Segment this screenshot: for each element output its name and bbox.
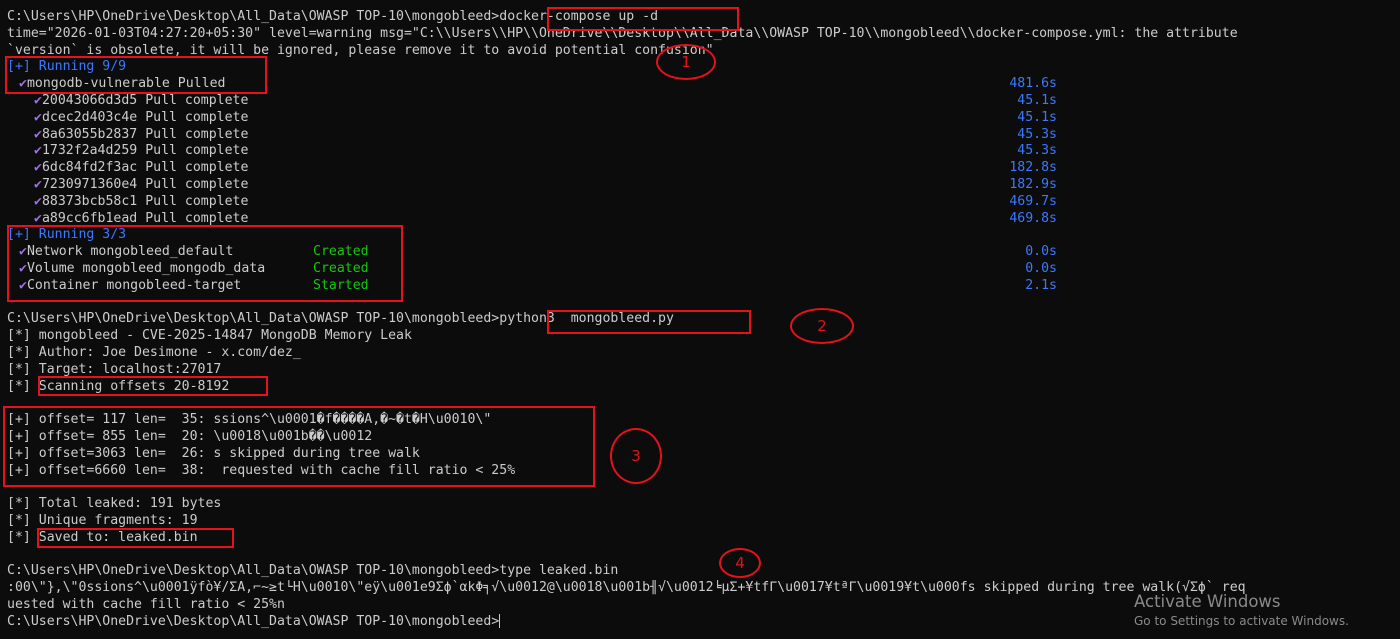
- layer-id: a89cc6fb1ead: [41, 210, 138, 226]
- resource-time: 0.0s: [1025, 244, 1057, 260]
- annotation-circle-4: 4: [719, 548, 761, 578]
- layer-id: dcec2d403c4e: [41, 109, 138, 125]
- layer-id: 7230971360e4: [41, 176, 138, 192]
- prompt: C:\Users\HP\OneDrive\Desktop\All_Data\OW…: [7, 613, 500, 629]
- layer-id: 1732f2a4d259: [41, 143, 138, 159]
- layer-status: Pull complete: [145, 193, 249, 209]
- check-icon: ✔: [34, 176, 42, 192]
- layer-time: 45.3s: [1017, 143, 1057, 159]
- layer-status: Pull complete: [145, 210, 249, 226]
- annotation-circle-3: 3: [610, 428, 662, 484]
- layer-line: ✔1732f2a4d259 Pull complete 45.3s: [7, 143, 1400, 160]
- layer-status: Pull complete: [145, 143, 249, 159]
- layer-time: 469.7s: [1009, 193, 1057, 209]
- total-line: [*] Total leaked: 191 bytes: [7, 496, 222, 512]
- layer-id: 6dc84fd2f3ac: [41, 160, 138, 176]
- layer-time: 182.8s: [1009, 160, 1057, 176]
- check-icon: ✔: [34, 126, 42, 142]
- layer-line: ✔88373bcb58c1 Pull complete 469.7s: [7, 194, 1400, 211]
- highlight-box-command-1: [547, 7, 739, 31]
- info-line: [*] Author: Joe Desimone - x.com/dez_: [7, 344, 301, 360]
- layer-id: 20043066d3d5: [41, 92, 138, 108]
- prompt: C:\Users\HP\OneDrive\Desktop\All_Data\OW…: [7, 563, 500, 579]
- highlight-box-saved: [37, 528, 234, 548]
- activate-windows-subtitle: Go to Settings to activate Windows.: [1134, 614, 1349, 628]
- layer-time: 45.1s: [1017, 92, 1057, 108]
- prompt: C:\Users\HP\OneDrive\Desktop\All_Data\OW…: [7, 9, 500, 24]
- prompt: C:\Users\HP\OneDrive\Desktop\All_Data\OW…: [7, 311, 500, 327]
- layer-time: 182.9s: [1009, 176, 1057, 192]
- check-icon: ✔: [34, 143, 42, 159]
- highlight-box-running-3: [7, 225, 403, 302]
- layer-id: 88373bcb58c1: [41, 193, 138, 209]
- layer-status: Pull complete: [145, 126, 249, 142]
- check-icon: ✔: [34, 109, 42, 125]
- layer-time: 45.1s: [1017, 109, 1057, 125]
- highlight-box-leaks: [3, 406, 595, 487]
- annotation-circle-2: 2: [790, 308, 854, 344]
- check-icon: ✔: [34, 210, 42, 226]
- layer-line: ✔8a63055b2837 Pull complete 45.3s: [7, 127, 1400, 144]
- layer-time: 469.8s: [1009, 210, 1057, 226]
- layer-time: 45.3s: [1017, 126, 1057, 142]
- command-line-3: C:\Users\HP\OneDrive\Desktop\All_Data\OW…: [7, 563, 1400, 580]
- highlight-box-command-2: [547, 310, 751, 334]
- resource-time: 0.0s: [1025, 260, 1057, 276]
- annotation-circle-1: 1: [656, 44, 716, 80]
- layer-line: ✔7230971360e4 Pull complete 182.9s: [7, 177, 1400, 194]
- activate-windows-title: Activate Windows: [1134, 592, 1281, 611]
- check-icon: ✔: [34, 193, 42, 209]
- layer-status: Pull complete: [145, 109, 249, 125]
- layer-id: 8a63055b2837: [41, 126, 138, 142]
- check-icon: ✔: [34, 92, 42, 108]
- layer-line: ✔dcec2d403c4e Pull complete 45.1s: [7, 110, 1400, 127]
- layer-line: ✔6dc84fd2f3ac Pull complete 182.8s: [7, 160, 1400, 177]
- highlight-box-scan: [38, 376, 268, 396]
- text-cursor: [499, 613, 501, 628]
- command-type: type leaked.bin: [499, 563, 619, 579]
- pull-time: 481.6s: [1009, 76, 1057, 92]
- layer-status: Pull complete: [145, 92, 249, 108]
- layer-line: ✔20043066d3d5 Pull complete 45.1s: [7, 93, 1400, 110]
- layer-status: Pull complete: [145, 160, 249, 176]
- check-icon: ✔: [34, 160, 42, 176]
- layer-status: Pull complete: [145, 176, 249, 192]
- resource-time: 2.1s: [1025, 277, 1057, 293]
- highlight-box-running-9: [5, 56, 267, 94]
